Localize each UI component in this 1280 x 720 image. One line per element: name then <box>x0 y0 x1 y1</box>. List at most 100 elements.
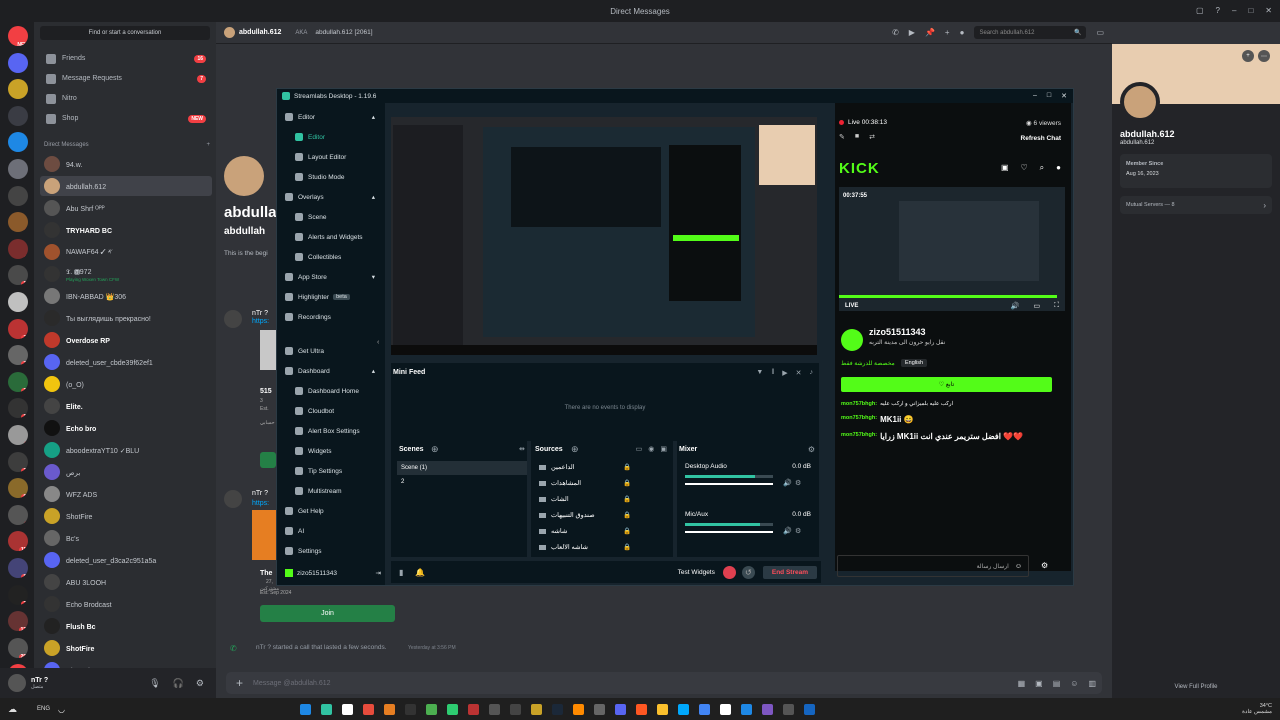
server-icon[interactable]: 86 <box>8 558 28 578</box>
dm-item[interactable]: WFZ ADS <box>40 484 212 504</box>
server-icon[interactable]: 13 <box>8 398 28 419</box>
taskbar-app-icon[interactable] <box>363 703 374 715</box>
dm-item[interactable]: 𝕿. 🅼972 Playing Woxen Town CFW <box>40 264 212 284</box>
close-icon[interactable]: ✕ <box>1061 92 1067 100</box>
minimize-icon[interactable]: – <box>1232 6 1236 15</box>
wifi-icon[interactable]: ◡ <box>58 705 65 714</box>
mute-icon[interactable]: ✕ <box>796 369 802 377</box>
taskbar-app-icon[interactable] <box>510 703 521 715</box>
dm-item[interactable]: برص <box>40 462 212 482</box>
dm-item[interactable]: Bc's <box>40 528 212 548</box>
lock-icon[interactable]: 🔒 <box>623 463 631 471</box>
server-icon[interactable]: 96 <box>8 478 28 499</box>
lock-icon[interactable]: 🔒 <box>623 527 631 535</box>
mute-icon[interactable]: 🔊 <box>783 479 792 487</box>
server-icon[interactable]: 5 <box>8 212 28 233</box>
dm-item[interactable]: TRYHARD BC <box>40 220 212 240</box>
lock-icon[interactable]: 🔒 <box>623 495 631 503</box>
server-icon[interactable]: 79 <box>8 345 28 366</box>
taskbar-app-icon[interactable] <box>342 703 353 715</box>
dm-item[interactable]: ShotFire <box>40 506 212 526</box>
taskbar-app-icon[interactable] <box>426 703 437 715</box>
server-icon[interactable]: 32 <box>8 584 28 605</box>
taskbar-app-icon[interactable] <box>573 703 584 715</box>
dm-item[interactable]: NAWAF𐤀 ✓ 64 <box>40 242 212 262</box>
mute-icon[interactable]: 🔊 <box>783 527 792 535</box>
record-icon[interactable] <box>722 565 736 579</box>
join-button[interactable]: Join <box>260 605 395 622</box>
sl-nav-alerts-and-widgets[interactable]: Alerts and Widgets <box>291 229 391 245</box>
sl-nav-settings[interactable]: Settings <box>281 543 381 559</box>
chat-user[interactable]: mon757bhgh: <box>841 415 877 424</box>
server-icon[interactable]: 126 <box>8 611 28 632</box>
sl-nav-app-store[interactable]: App Store ▾ <box>281 269 381 285</box>
refresh-chat-button[interactable]: Refresh Chat <box>1021 135 1061 142</box>
taskbar-app-icon[interactable] <box>804 703 815 715</box>
inbox-icon[interactable]: ▭ <box>1096 28 1104 37</box>
volume-slider[interactable] <box>685 531 773 533</box>
taskbar-app-icon[interactable] <box>594 703 605 715</box>
kick-player[interactable]: 00:37:55 LIVE 🔊 ▭ ⛶ <box>839 187 1065 311</box>
dm-item[interactable]: IBN-ABBAD 👑306 <box>40 286 212 306</box>
taskbar-app-icon[interactable] <box>741 703 752 715</box>
taskbar-app-icon[interactable] <box>489 703 500 715</box>
taskbar-app-icon[interactable] <box>531 703 542 715</box>
minimize-icon[interactable]: – <box>1033 92 1037 100</box>
emoji-icon[interactable]: ☺ <box>1015 563 1022 570</box>
scene-item[interactable]: 2 <box>401 479 404 485</box>
notifications-icon[interactable]: 🔔 <box>415 568 425 577</box>
volume-icon[interactable]: ♪ <box>810 369 814 377</box>
stats-icon[interactable]: ▮ <box>399 568 403 577</box>
sl-nav-alert-box-settings[interactable]: Alert Box Settings <box>291 423 391 439</box>
fullscreen-icon[interactable]: ⛶ <box>1054 302 1059 310</box>
search-icon[interactable]: ⌕ <box>1040 163 1044 173</box>
nav-item-message-requests[interactable]: Message Requests 7 <box>40 70 212 87</box>
pin-icon[interactable]: 📌 <box>925 28 935 37</box>
theater-icon[interactable]: ▭ <box>1033 302 1040 310</box>
taskbar-app-icon[interactable] <box>384 703 395 715</box>
server-icon[interactable]: 37 <box>8 318 28 339</box>
dm-item[interactable]: deleted_user_d3ca2c951a5a <box>40 550 212 570</box>
message-input[interactable]: + Message @abdullah.612 ▦ ▣ ▤ ☺ ▥ <box>226 672 1102 694</box>
dm-item[interactable]: Flush Bc <box>40 616 212 636</box>
sl-nav-multistream[interactable]: Multistream <box>291 483 391 499</box>
replay-buffer-icon[interactable]: ↺ <box>741 565 755 579</box>
taskbar-app-icon[interactable] <box>783 703 794 715</box>
nav-item-shop[interactable]: Shop NEW <box>40 110 212 127</box>
server-icon[interactable] <box>8 52 28 73</box>
server-icon[interactable]: 290 <box>8 637 28 658</box>
server-icon[interactable] <box>8 105 28 126</box>
taskbar-app-icon[interactable] <box>615 703 626 715</box>
nav-item-friends[interactable]: Friends 16 <box>40 50 212 67</box>
server-icon[interactable]: 1 <box>8 238 28 259</box>
pause-icon[interactable]: ‖ <box>771 369 774 377</box>
account-row[interactable]: zizo51511343 ⇥ <box>281 565 385 581</box>
gear-icon[interactable]: ⚙ <box>196 678 204 689</box>
maximize-icon[interactable]: □ <box>1047 92 1051 100</box>
taskbar-app-icon[interactable] <box>552 703 563 715</box>
source-item[interactable]: الداعمين 🔒 <box>539 463 631 471</box>
settings-icon[interactable]: ▣ <box>660 445 667 453</box>
nav-item-nitro[interactable]: Nitro <box>40 90 212 107</box>
language-indicator[interactable]: ENG <box>37 706 50 712</box>
dm-item[interactable]: Abu Shrf ᴼᴾᴾ <box>40 198 212 218</box>
dm-item[interactable]: (o_O) <box>40 374 212 394</box>
taskbar-app-icon[interactable] <box>321 703 332 715</box>
taskbar-app-icon[interactable] <box>468 703 479 715</box>
view-full-profile-link[interactable]: View Full Profile <box>1112 684 1280 690</box>
dm-item[interactable]: deleted_user_cbde39f62ef1 <box>40 352 212 372</box>
message-link[interactable]: https: <box>252 318 269 325</box>
sl-nav-cloudbot[interactable]: Cloudbot <box>291 403 391 419</box>
user-profile-icon[interactable]: ● <box>960 28 965 37</box>
chat-user[interactable]: mon757bhgh: <box>841 401 877 407</box>
attach-icon[interactable]: + <box>236 676 243 690</box>
server-icon[interactable] <box>8 292 28 312</box>
sl-nav-get-help[interactable]: Get Help <box>281 503 381 519</box>
test-widgets-button[interactable]: Test Widgets <box>678 569 715 576</box>
dm-item[interactable]: Ты выглядишь прекрасно! <box>40 308 212 328</box>
dm-item[interactable]: abdullah.612 <box>40 176 212 196</box>
weather-icon[interactable]: ☁ <box>8 704 17 715</box>
dm-item[interactable]: Elite. <box>40 396 212 416</box>
sl-nav-studio-mode[interactable]: Studio Mode <box>291 169 391 185</box>
more-icon[interactable]: ⋯ <box>1258 50 1270 62</box>
